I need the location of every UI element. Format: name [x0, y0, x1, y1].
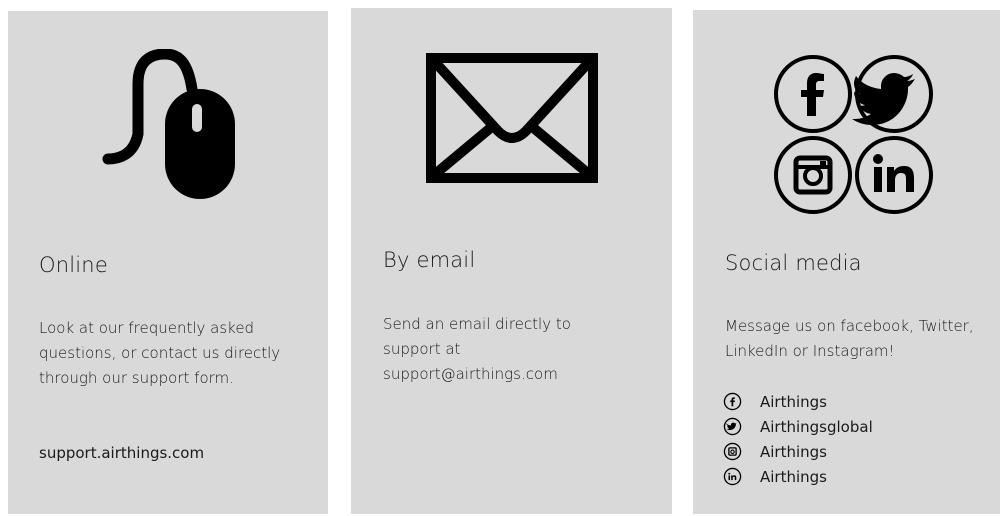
- instagram-icon: [723, 442, 742, 461]
- twitter-icon: [723, 417, 742, 436]
- social-account-label: Airthings: [760, 442, 827, 461]
- card-title-online: Online: [39, 253, 108, 277]
- card-description-social: Message us on facebook, Twitter, LinkedI…: [725, 317, 974, 360]
- social-account-label: Airthings: [760, 467, 827, 486]
- card-title-social: Social media: [725, 251, 862, 275]
- social-card: Social media Message us on facebook, Twi…: [693, 10, 1000, 514]
- twitter-icon: [852, 55, 933, 133]
- linkedin-icon: [723, 467, 742, 486]
- linkedin-icon: [855, 136, 933, 214]
- social-account-label: Airthingsglobal: [760, 417, 873, 436]
- online-card: Online Look at our frequently asked ques…: [8, 11, 328, 514]
- instagram-icon: [774, 136, 852, 214]
- social-account-facebook[interactable]: Airthings: [723, 389, 873, 414]
- social-account-label: Airthings: [760, 392, 827, 411]
- social-accounts-list: Airthings Airthingsglobal Airthings Airt…: [723, 389, 873, 489]
- social-account-linkedin[interactable]: Airthings: [723, 464, 873, 489]
- social-account-instagram[interactable]: Airthings: [723, 439, 873, 464]
- envelope-icon: [426, 53, 598, 183]
- social-media-icons: [773, 54, 935, 216]
- card-description-email: Send an email directly to support at sup…: [383, 315, 571, 383]
- card-description-online: Look at our frequently asked questions, …: [39, 319, 281, 387]
- mouse-icon: [100, 48, 240, 204]
- support-link[interactable]: support.airthings.com: [39, 441, 204, 466]
- card-title-email: By email: [383, 248, 476, 272]
- facebook-icon: [723, 392, 742, 411]
- email-card: By email Send an email directly to suppo…: [351, 8, 672, 514]
- social-account-twitter[interactable]: Airthingsglobal: [723, 414, 873, 439]
- facebook-icon: [774, 55, 852, 133]
